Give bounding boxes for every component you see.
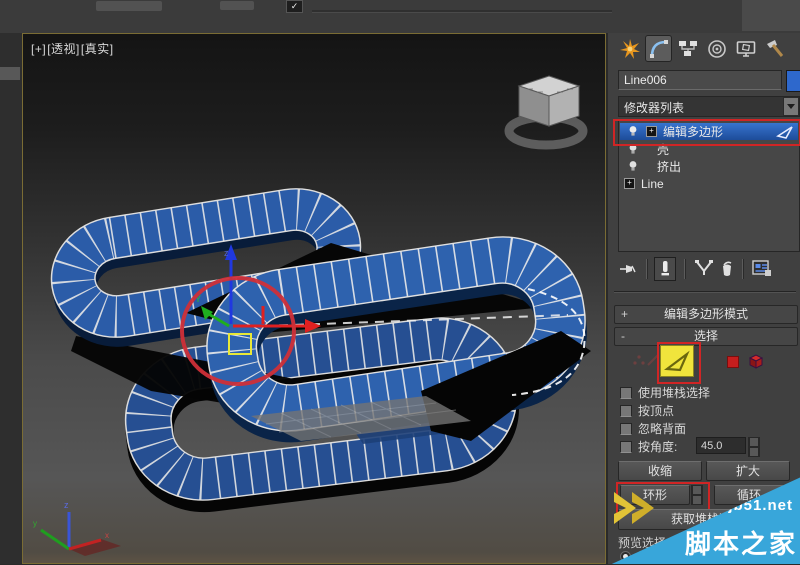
checkbox-by-vertex[interactable]: 按顶点 [620,403,674,418]
checkbox-label: 按角度: [638,440,678,454]
modifier-label: 壳 [657,143,670,157]
axis-x-label: x [105,531,109,540]
gizmo-z-label: z [224,248,229,258]
ring-spinner[interactable] [691,485,703,505]
checkbox-icon[interactable] [620,386,632,399]
rollout-edit-poly-mode[interactable]: + 编辑多边形模式 [614,305,798,324]
hierarchy-icon [678,40,697,56]
tab-create[interactable] [616,35,643,62]
visibility-bulb-icon[interactable] [626,125,640,138]
modifier-label: 编辑多边形 [663,125,724,139]
viewcube[interactable] [504,75,588,150]
axis-z-label: z [64,500,69,510]
remove-modifier-icon[interactable] [720,260,734,278]
expand-plus-icon[interactable]: + [624,178,635,189]
tab-motion[interactable] [703,35,730,62]
visibility-bulb-icon[interactable] [626,160,640,173]
border-icon[interactable] [660,345,694,377]
modifier-list-dropdown[interactable]: 修改器列表 [618,96,800,117]
display-icon [736,40,755,57]
modifier-label: 挤出 [657,160,682,174]
angle-spinner[interactable] [748,437,760,457]
object-name-field[interactable] [618,70,782,90]
grow-button[interactable]: 扩大 [706,461,790,481]
watermark-name: 脚本之家 [684,529,797,559]
toolbar-block [220,1,254,10]
rollout-title: 选择 [693,329,718,343]
subobject-icon-row [614,345,798,381]
stack-toolbar [614,257,796,281]
element-icon[interactable] [746,352,764,370]
panel-divider [614,291,796,293]
checkbox-ignore-backfacing[interactable]: 忽略背面 [620,421,686,436]
checkbox-by-angle[interactable]: 按角度: [620,439,677,454]
tab-utilities[interactable] [761,35,788,62]
checkbox-label: 忽略背面 [638,422,687,436]
stack-row-edit-poly[interactable]: + 编辑多边形 [620,123,798,140]
rollout-title: 编辑多边形模式 [663,307,748,321]
checkbox-use-stack-selection[interactable]: 使用堆栈选择 [620,385,710,400]
rollout-toggle[interactable]: - [621,328,625,345]
viewport-scene: z Y z y x [33,75,591,556]
spinner-down-icon [749,447,759,457]
checkbox-icon[interactable] [620,422,632,435]
modify-icon [649,39,668,58]
edge-icon[interactable] [646,353,660,367]
motion-icon [707,39,726,58]
pin-stack-icon[interactable] [620,261,638,277]
rollout-selection[interactable]: - 选择 [614,327,798,346]
modifier-label: Line [641,176,664,191]
toolbar-check-icon[interactable]: ✓ [286,0,303,13]
world-axis-tripod: z y x [33,500,121,556]
checkbox-label: 使用堆栈选择 [638,386,711,400]
jb51-logo-icon [614,492,654,524]
vertex-icon[interactable] [632,353,646,367]
axis-y-label: y [33,519,37,528]
left-edge-strip [0,33,22,564]
tab-modify[interactable] [645,35,672,62]
visibility-bulb-icon[interactable] [626,143,640,156]
border-glyph [664,350,690,372]
checkbox-icon[interactable] [620,440,632,453]
utilities-icon [766,39,783,57]
angle-value-field[interactable]: 45.0 [696,437,746,454]
checkbox-label: 按顶点 [638,404,675,418]
create-icon [619,38,640,59]
spinner-up-icon [692,485,702,495]
show-end-result-icon [661,261,669,276]
checkbox-icon[interactable] [620,404,632,417]
main-toolbar: ✓ [0,0,800,33]
rollout-toggle[interactable]: + [621,306,628,323]
configure-modifier-sets-icon[interactable] [752,259,772,278]
object-color-swatch[interactable] [786,70,800,92]
shrink-button[interactable]: 收缩 [618,461,702,481]
stack-row-extrude[interactable]: 挤出 [620,158,798,175]
toolbar-block [96,1,162,11]
modifier-list-arrow-button[interactable] [783,97,799,116]
stack-row-line[interactable]: + Line [620,175,798,192]
expand-plus-icon[interactable]: + [646,126,657,137]
toolbar-groove [312,10,612,13]
spinner-down-icon [692,495,702,505]
tab-display[interactable] [732,35,759,62]
polygon-icon[interactable] [726,355,740,369]
left-edge-tab [0,67,20,80]
stack-row-shell[interactable]: 壳 [620,141,798,158]
make-unique-icon[interactable] [694,260,714,278]
perspective-viewport[interactable]: [+][透视][真实] z Y z y x [22,33,606,564]
toolbar-right-block [742,0,800,31]
spinner-up-icon [749,437,759,447]
subobject-level-icon [776,125,793,139]
chevron-down-icon [787,104,795,109]
command-panel: 修改器列表 + 编辑多边形 壳 挤出 + Line [608,33,800,564]
tab-hierarchy[interactable] [674,35,701,62]
show-end-result-button[interactable] [654,257,676,281]
modifier-stack: + 编辑多边形 壳 挤出 + Line [618,120,800,252]
